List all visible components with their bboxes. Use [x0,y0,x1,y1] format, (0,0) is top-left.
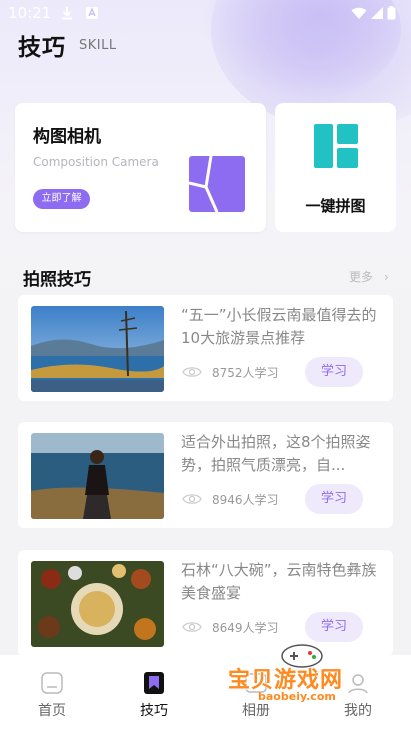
bookmark-icon [144,672,164,694]
page-subtitle: SKILL [79,38,117,53]
eye-icon [182,494,202,504]
study-button[interactable]: 学习 [305,357,363,387]
tab-label: 首页 [38,703,66,719]
article-title: “五一”小长假云南最值得去的10大旅游景点推荐 [181,306,377,347]
learner-count: 8649人学习 [212,621,279,635]
eye-icon [182,367,202,377]
learner-count: 8752人学习 [212,366,279,380]
article-title: 石林“八大碗”，云南特色彝族美食盛宴 [181,561,377,602]
tab-home[interactable]: 首页 [12,655,92,730]
composition-camera-card[interactable]: 构图相机 Composition Camera 立即了解 [15,103,266,232]
page-title: 技巧 [18,35,66,61]
study-button[interactable]: 学习 [305,612,363,642]
learn-now-button[interactable]: 立即了解 [33,189,90,209]
article-thumbnail [31,306,164,392]
tab-skills[interactable]: 技巧 [114,655,194,730]
section-title: 拍照技巧 [23,270,91,290]
learner-count: 8946人学习 [212,493,279,507]
watermark-logo: 宝贝游戏网 baobeiy.com [228,640,378,710]
article-card[interactable]: 适合外出拍照，这8个拍照姿势，拍照气质漂亮，自... 8946人学习 学习 [18,422,393,528]
status-bar: 10:21 [0,0,411,28]
tab-label: 技巧 [140,703,168,719]
composition-grid-icon [189,156,245,212]
chevron-right-icon[interactable]: › [384,270,389,284]
signal-icon [371,7,383,19]
article-thumbnail [31,561,164,647]
battery-icon [387,6,396,20]
app-notification-icon [86,7,98,19]
composition-camera-title: 构图相机 [33,127,101,147]
watermark-url: baobeiy.com [258,690,336,703]
article-thumbnail [31,433,164,519]
more-link[interactable]: 更多 [349,268,373,285]
study-button[interactable]: 学习 [305,484,363,514]
article-card[interactable]: “五一”小长假云南最值得去的10大旅游景点推荐 8752人学习 学习 [18,295,393,401]
composition-camera-subtitle: Composition Camera [33,155,159,169]
download-icon [62,7,72,20]
wifi-icon [351,7,367,19]
collage-layout-icon [314,124,358,168]
home-icon [41,672,63,694]
status-time: 10:21 [8,4,52,22]
article-title: 适合外出拍照，这8个拍照姿势，拍照气质漂亮，自... [181,433,371,474]
collage-label: 一键拼图 [305,197,366,215]
eye-icon [182,622,202,632]
one-click-collage-card[interactable]: 一键拼图 [275,103,396,232]
